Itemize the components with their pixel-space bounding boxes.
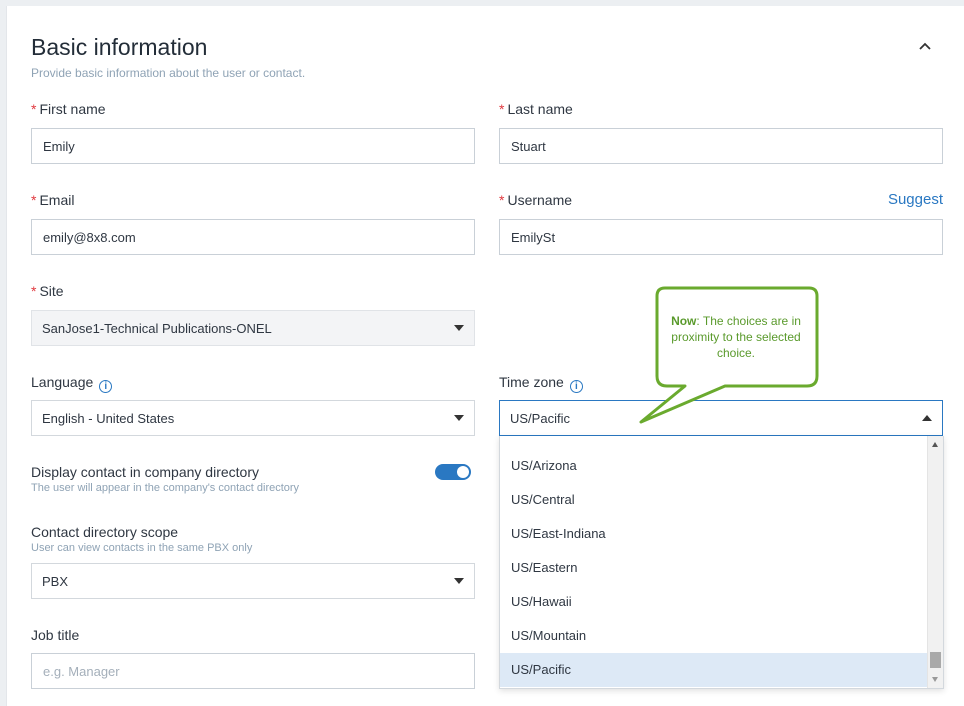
scroll-down-icon[interactable] bbox=[932, 677, 938, 682]
time-zone-option[interactable]: US/Mountain bbox=[500, 619, 928, 653]
last-name-input[interactable] bbox=[499, 128, 943, 164]
caret-down-icon bbox=[454, 578, 464, 584]
site-label-text: Site bbox=[39, 283, 64, 299]
time-zone-value: US/Pacific bbox=[510, 410, 570, 426]
email-label: * Email bbox=[31, 192, 74, 208]
first-name-label: * First name bbox=[31, 101, 106, 117]
caret-up-icon bbox=[922, 415, 932, 421]
callout-text: Now: The choices are in proximity to the… bbox=[663, 313, 809, 361]
language-label: Language i bbox=[31, 374, 113, 393]
caret-down-icon bbox=[454, 325, 464, 331]
time-zone-option[interactable]: US/East-Indiana bbox=[500, 517, 928, 551]
site-label: * Site bbox=[31, 283, 64, 299]
info-icon[interactable]: i bbox=[569, 380, 583, 393]
time-zone-dropdown: US/Arizona US/Central US/East-Indiana US… bbox=[499, 436, 944, 689]
contact-scope-value: PBX bbox=[42, 573, 69, 589]
last-name-label-text: Last name bbox=[507, 101, 573, 117]
required-marker: * bbox=[31, 101, 37, 117]
required-marker: * bbox=[31, 283, 37, 299]
scrollbar-thumb[interactable] bbox=[930, 652, 941, 668]
email-input[interactable] bbox=[31, 219, 475, 255]
required-marker: * bbox=[499, 192, 505, 208]
username-label-text: Username bbox=[507, 192, 573, 208]
contact-scope-label: Contact directory scope bbox=[31, 524, 179, 540]
toggle-knob bbox=[457, 466, 469, 478]
required-marker: * bbox=[499, 101, 505, 117]
basic-information-card: Basic information Provide basic informat… bbox=[6, 6, 964, 706]
language-label-text: Language bbox=[31, 374, 94, 390]
first-name-input[interactable] bbox=[31, 128, 475, 164]
username-label: * Username bbox=[499, 192, 572, 208]
chevron-up-icon[interactable] bbox=[917, 38, 933, 54]
site-select[interactable]: SanJose1-Technical Publications-ONEL bbox=[31, 310, 475, 346]
info-icon[interactable]: i bbox=[99, 380, 113, 393]
time-zone-option-selected[interactable]: US/Pacific bbox=[500, 653, 928, 687]
caret-down-icon bbox=[454, 415, 464, 421]
contact-scope-select[interactable]: PBX bbox=[31, 563, 475, 599]
display-contact-hint: The user will appear in the company's co… bbox=[31, 482, 300, 494]
time-zone-option[interactable]: US/Central bbox=[500, 483, 928, 517]
dropdown-scrollbar[interactable] bbox=[927, 436, 943, 688]
language-value: English - United States bbox=[42, 410, 175, 426]
callout-bold: Now bbox=[671, 314, 697, 328]
first-name-label-text: First name bbox=[39, 101, 106, 117]
language-select[interactable]: English - United States bbox=[31, 400, 475, 436]
section-subtitle: Provide basic information about the user… bbox=[31, 66, 306, 80]
username-input[interactable] bbox=[499, 219, 943, 255]
time-zone-label-text: Time zone bbox=[499, 374, 564, 390]
job-title-label: Job title bbox=[31, 627, 80, 643]
time-zone-option[interactable]: US/Eastern bbox=[500, 551, 928, 585]
time-zone-option[interactable]: US/Arizona bbox=[500, 449, 928, 483]
display-contact-label: Display contact in company directory bbox=[31, 464, 259, 480]
email-label-text: Email bbox=[39, 192, 75, 208]
section-title: Basic information bbox=[31, 34, 208, 60]
required-marker: * bbox=[31, 192, 37, 208]
last-name-label: * Last name bbox=[499, 101, 573, 117]
time-zone-label: Time zone i bbox=[499, 374, 583, 393]
site-value: SanJose1-Technical Publications-ONEL bbox=[42, 320, 272, 336]
suggest-link[interactable]: Suggest bbox=[888, 191, 943, 208]
job-title-input[interactable] bbox=[31, 653, 475, 689]
time-zone-option[interactable]: US/Hawaii bbox=[500, 585, 928, 619]
display-contact-toggle[interactable] bbox=[435, 464, 471, 480]
contact-scope-hint: User can view contacts in the same PBX o… bbox=[31, 542, 253, 554]
scroll-up-icon[interactable] bbox=[932, 442, 938, 447]
